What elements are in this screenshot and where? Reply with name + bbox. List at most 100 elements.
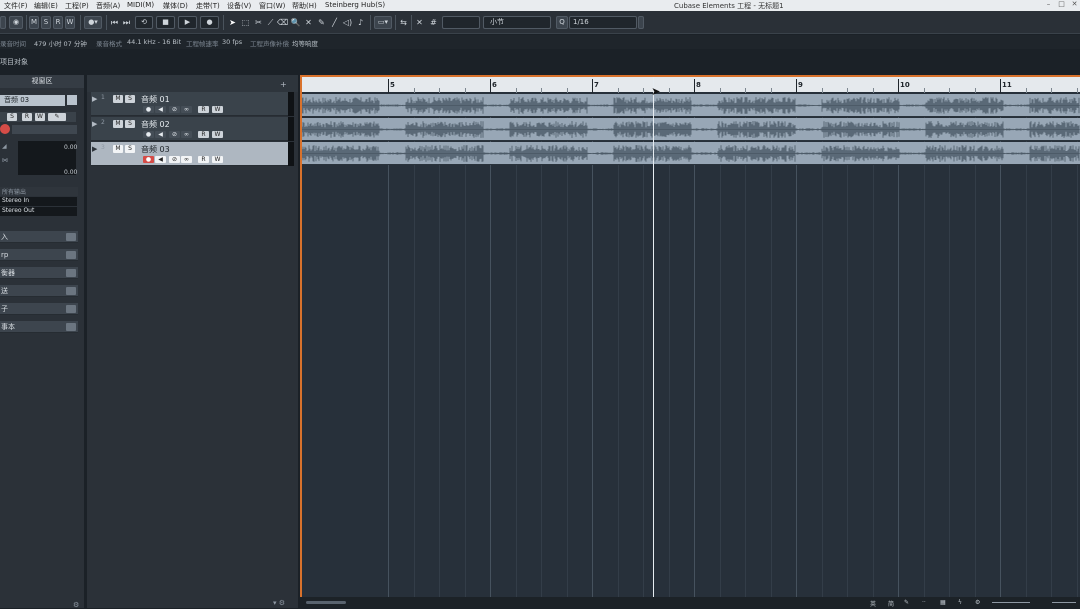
snap-mode-select[interactable] xyxy=(442,16,480,29)
track-row[interactable]: ▶ 3 M S 音频 03 ● ◀ ⊘ ∞ R W xyxy=(91,142,294,166)
menu-steinberg-hub[interactable]: Steinberg Hub(S) xyxy=(325,1,385,9)
close-icon[interactable]: ✕ xyxy=(1069,0,1080,9)
section-notepad[interactable]: 事本 xyxy=(0,321,78,333)
select-tool-icon[interactable]: ➤ xyxy=(227,16,238,29)
play-button[interactable]: ▶ xyxy=(178,16,197,29)
automation-mode-button[interactable]: ●▾ xyxy=(84,16,102,29)
mute-button[interactable]: M xyxy=(113,120,123,128)
menu-devices[interactable]: 设备(V) xyxy=(227,1,251,11)
dots-icon[interactable]: ·· xyxy=(922,599,926,606)
audio-event[interactable] xyxy=(302,118,1080,141)
quantize-icon[interactable]: Q xyxy=(556,16,568,29)
mute-all-button[interactable]: M xyxy=(29,16,39,29)
read-button[interactable]: R xyxy=(198,106,209,113)
edit-icon[interactable]: ⊘ xyxy=(169,106,180,113)
playhead-cursor[interactable] xyxy=(653,77,655,608)
inspector-edit-icon[interactable] xyxy=(67,95,77,105)
expand-icon[interactable]: ▶ xyxy=(92,120,97,128)
lanes-icon[interactable]: ∞ xyxy=(181,156,192,163)
mute-button[interactable]: M xyxy=(113,145,123,153)
monitor-icon[interactable]: ◀ xyxy=(155,131,166,138)
mute-button[interactable]: M xyxy=(113,95,123,103)
snap-toggle-icon[interactable]: ✕ xyxy=(414,16,425,29)
expand-icon[interactable]: ▶ xyxy=(92,145,97,153)
record-arm-icon[interactable]: ● xyxy=(143,131,154,138)
menu-media[interactable]: 媒体(D) xyxy=(163,1,188,11)
output-routing-select[interactable]: Stereo Out xyxy=(0,207,77,216)
input-routing-select[interactable]: Stereo In xyxy=(0,197,77,206)
section-inserts[interactable]: 入 xyxy=(0,231,78,243)
track-name[interactable]: 音频 02 xyxy=(141,119,170,130)
track-list-settings-icon[interactable]: ▾ ⚙ xyxy=(273,599,285,607)
mute-tool-icon[interactable]: ✕ xyxy=(303,16,314,29)
grid-icon[interactable]: # xyxy=(428,16,439,29)
settings-icon[interactable]: ⚙ xyxy=(975,599,980,606)
lanes-icon[interactable]: ∞ xyxy=(181,131,192,138)
record-arm-icon[interactable]: ● xyxy=(143,106,154,113)
menu-project[interactable]: 工程(P) xyxy=(65,1,89,11)
write-button[interactable]: W xyxy=(212,156,223,163)
section-strip[interactable]: 子 xyxy=(0,303,78,315)
erase-tool-icon[interactable]: ⌫ xyxy=(277,16,288,29)
menu-edit[interactable]: 编辑(E) xyxy=(34,1,58,11)
go-to-start-icon[interactable]: ⏮ xyxy=(109,16,120,29)
menu-audio[interactable]: 音频(A) xyxy=(96,1,120,11)
write-button[interactable]: W xyxy=(212,106,223,113)
section-eq[interactable]: rp xyxy=(0,249,78,261)
inspector-track-name[interactable]: 音频 03 xyxy=(0,95,65,106)
edit-icon[interactable]: ⊘ xyxy=(169,156,180,163)
record-arm-icon[interactable]: ● xyxy=(143,156,154,163)
toolbar-more-button[interactable] xyxy=(638,16,644,29)
snap-type-select[interactable]: 小节 xyxy=(483,16,551,29)
keyboard-icon[interactable]: ▦ xyxy=(940,599,946,606)
color-picker-button[interactable]: ▭▾ xyxy=(374,16,392,29)
menu-file[interactable]: 文件(F) xyxy=(4,1,28,11)
maximize-icon[interactable]: □ xyxy=(1056,0,1067,9)
play-tool-icon[interactable]: ◁) xyxy=(342,16,353,29)
monitor-icon[interactable]: ◀ xyxy=(155,106,166,113)
expand-icon[interactable]: ▶ xyxy=(92,95,97,103)
solo-button[interactable]: S xyxy=(125,145,135,153)
glue-tool-icon[interactable]: ⟋ xyxy=(265,16,276,29)
read-all-button[interactable]: R xyxy=(53,16,63,29)
draw-tool-icon[interactable]: ✎ xyxy=(316,16,327,29)
height-zoom-slider[interactable] xyxy=(1052,602,1076,603)
autoscroll-icon[interactable]: ⇆ xyxy=(398,16,409,29)
solo-button[interactable]: S xyxy=(125,95,135,103)
inspector-solo-button[interactable]: S xyxy=(7,113,17,121)
read-button[interactable]: R xyxy=(198,131,209,138)
horizontal-scrollbar[interactable] xyxy=(306,601,346,604)
inspector-write-button[interactable]: W xyxy=(35,113,45,121)
add-track-icon[interactable]: + xyxy=(280,80,287,89)
record-button[interactable]: ● xyxy=(200,16,219,29)
write-all-button[interactable]: W xyxy=(65,16,75,29)
go-to-end-icon[interactable]: ⏭ xyxy=(121,16,132,29)
ruler[interactable]: 5 6 7 8 9 10 11 xyxy=(302,75,1080,93)
track-row[interactable]: ▶ 1 M S 音频 01 ● ◀ ⊘ ∞ R W xyxy=(91,92,294,116)
track-name[interactable]: 音频 03 xyxy=(141,144,170,155)
ime-language[interactable]: 英 xyxy=(870,599,876,608)
lanes-icon[interactable]: ∞ xyxy=(181,106,192,113)
ime-mode[interactable]: 简 xyxy=(888,599,894,608)
read-button[interactable]: R xyxy=(198,156,209,163)
menu-help[interactable]: 帮助(H) xyxy=(292,1,317,11)
stop-button[interactable]: ■ xyxy=(156,16,175,29)
quantize-select[interactable]: 1/16 xyxy=(569,16,637,29)
minimize-icon[interactable]: – xyxy=(1043,0,1054,9)
section-equalizer[interactable]: 衡器 xyxy=(0,267,78,279)
range-tool-icon[interactable]: ⬚ xyxy=(240,16,251,29)
pen-icon[interactable]: ✎ xyxy=(904,599,909,606)
audio-event[interactable] xyxy=(302,94,1080,117)
solo-all-button[interactable]: S xyxy=(41,16,51,29)
split-tool-icon[interactable]: ✂ xyxy=(253,16,264,29)
edit-icon[interactable]: ⊘ xyxy=(169,131,180,138)
monitor-icon[interactable] xyxy=(0,124,10,134)
menu-transport[interactable]: 走带(T) xyxy=(196,1,220,11)
menu-midi[interactable]: MIDI(M) xyxy=(127,1,154,9)
write-button[interactable]: W xyxy=(212,131,223,138)
track-row[interactable]: ▶ 2 M S 音频 02 ● ◀ ⊘ ∞ R W xyxy=(91,117,294,141)
inspector-read-button[interactable]: R xyxy=(22,113,32,121)
time-warp-tool-icon[interactable]: ♪ xyxy=(355,16,366,29)
audio-event[interactable] xyxy=(302,142,1080,165)
solo-button[interactable]: S xyxy=(125,120,135,128)
